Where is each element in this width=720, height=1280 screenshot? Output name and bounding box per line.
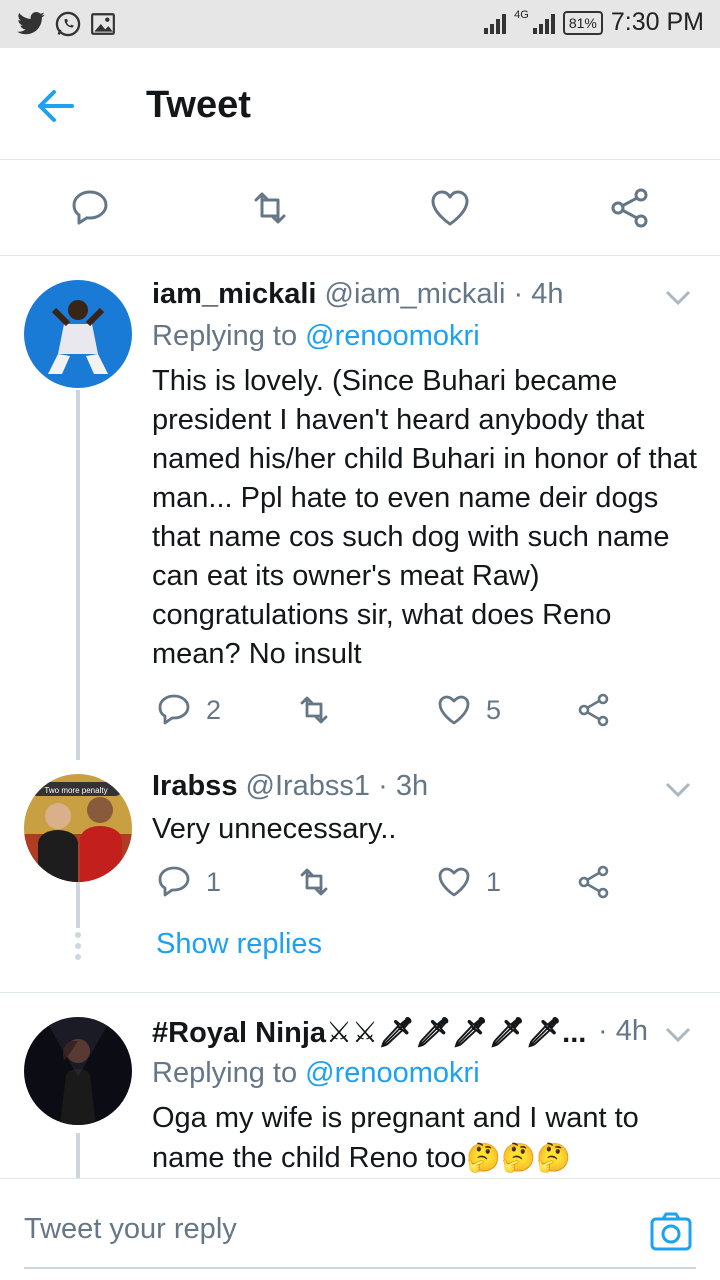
tweet-time: · 4h [598, 1015, 648, 1047]
handle[interactable]: @Irabss1 [246, 770, 371, 802]
replying-label: Replying to [152, 320, 298, 352]
battery-indicator: 81% [562, 10, 603, 35]
reply-icon[interactable] [68, 186, 112, 230]
share-icon [578, 693, 609, 727]
reply-input[interactable]: Tweet your reply [24, 1213, 237, 1246]
avatar[interactable] [24, 280, 132, 388]
timestamp: 4h [531, 278, 564, 310]
display-name[interactable]: iam_mickali [152, 278, 316, 310]
like-action[interactable]: 1 [436, 864, 501, 900]
tweet-actions: 1 1 [152, 864, 672, 904]
replying-to: Replying to @renoomokri [152, 1057, 480, 1090]
retweet-icon[interactable] [248, 186, 292, 230]
gallery-icon [91, 13, 115, 35]
reply-count: 1 [206, 866, 222, 897]
clock: 7:30 PM [610, 8, 704, 36]
reply-composer: Tweet your reply [0, 1178, 720, 1280]
timestamp: 3h [395, 770, 429, 802]
input-underline [24, 1267, 696, 1269]
like-icon [438, 867, 470, 897]
handle[interactable]: @iam_mickali [325, 278, 506, 310]
like-icon [438, 695, 470, 725]
retweet-icon [300, 868, 328, 896]
app-header: Tweet [0, 48, 720, 160]
like-count: 1 [486, 866, 502, 897]
chevron-down-icon[interactable] [664, 288, 692, 308]
display-name[interactable]: #Royal Ninja⚔⚔🗡🗡🗡🗡🗡... [152, 1017, 586, 1049]
replying-label: Replying to [152, 1057, 298, 1089]
reply-tweet[interactable]: #Royal Ninja⚔⚔🗡🗡🗡🗡🗡... · 4h Replying to … [0, 993, 720, 1178]
display-name[interactable]: Irabss [152, 770, 237, 802]
thread-line [76, 882, 80, 928]
avatar-caption: Two more penalty [44, 786, 107, 795]
tweet-header: iam_mickali @iam_mickali · 4h [152, 278, 564, 310]
main-tweet-action-bar [0, 160, 720, 256]
like-action[interactable]: 5 [436, 692, 501, 728]
share-icon[interactable] [608, 186, 652, 230]
reply-icon [158, 694, 190, 725]
replying-to: Replying to @renoomokri [152, 320, 480, 353]
signal-icon-2 [532, 12, 555, 34]
thinking-face-emoji: 🤔🤔🤔 [466, 1142, 571, 1173]
like-icon[interactable] [428, 186, 472, 230]
camera-icon[interactable] [648, 1209, 694, 1255]
page-title: Tweet [146, 84, 251, 126]
share-action[interactable] [576, 692, 612, 728]
thread-line [76, 390, 80, 760]
chevron-down-icon[interactable] [664, 780, 692, 800]
chevron-down-icon[interactable] [664, 1025, 692, 1045]
reply-action[interactable]: 1 [156, 864, 221, 900]
tweet-header: Irabss @Irabss1 · 3h [152, 770, 429, 802]
reply-icon [158, 866, 190, 897]
mention-link[interactable]: @renoomokri [305, 320, 480, 352]
timestamp: 4h [615, 1015, 648, 1047]
more-replies-dots [74, 932, 82, 965]
share-icon [578, 865, 609, 899]
mention-link[interactable]: @renoomokri [305, 1057, 480, 1089]
show-replies-link[interactable]: Show replies [156, 928, 322, 961]
reply-action[interactable]: 2 [156, 692, 221, 728]
share-action[interactable] [576, 864, 612, 900]
reply-tweet[interactable]: Two more penalty Irabss @Irabss1 · 3h Ve… [0, 756, 720, 992]
status-bar: 4G 81% 7:30 PM [0, 0, 720, 48]
retweet-action[interactable] [296, 692, 332, 728]
avatar[interactable]: Two more penalty [24, 774, 132, 882]
retweet-icon [300, 696, 328, 724]
avatar[interactable] [24, 1017, 132, 1125]
whatsapp-icon [55, 11, 81, 37]
tweet-text: This is lovely. (Since Buhari became pre… [152, 365, 697, 670]
tweet-text: Very unnecessary.. [152, 813, 397, 845]
back-arrow-icon[interactable] [34, 86, 78, 126]
like-count: 5 [486, 694, 502, 725]
network-type: 4G [514, 8, 529, 21]
tweet-text: Oga my wife is pregnant and I want to na… [152, 1099, 697, 1178]
signal-icon [484, 12, 507, 34]
retweet-action[interactable] [296, 864, 332, 900]
reply-count: 2 [206, 694, 222, 725]
tweet-actions: 2 5 [152, 692, 672, 732]
twitter-icon [17, 12, 45, 35]
thread-line [76, 1133, 80, 1178]
tweet-header: #Royal Ninja⚔⚔🗡🗡🗡🗡🗡... [152, 1015, 592, 1050]
reply-tweet[interactable]: iam_mickali @iam_mickali · 4h Replying t… [0, 256, 720, 760]
